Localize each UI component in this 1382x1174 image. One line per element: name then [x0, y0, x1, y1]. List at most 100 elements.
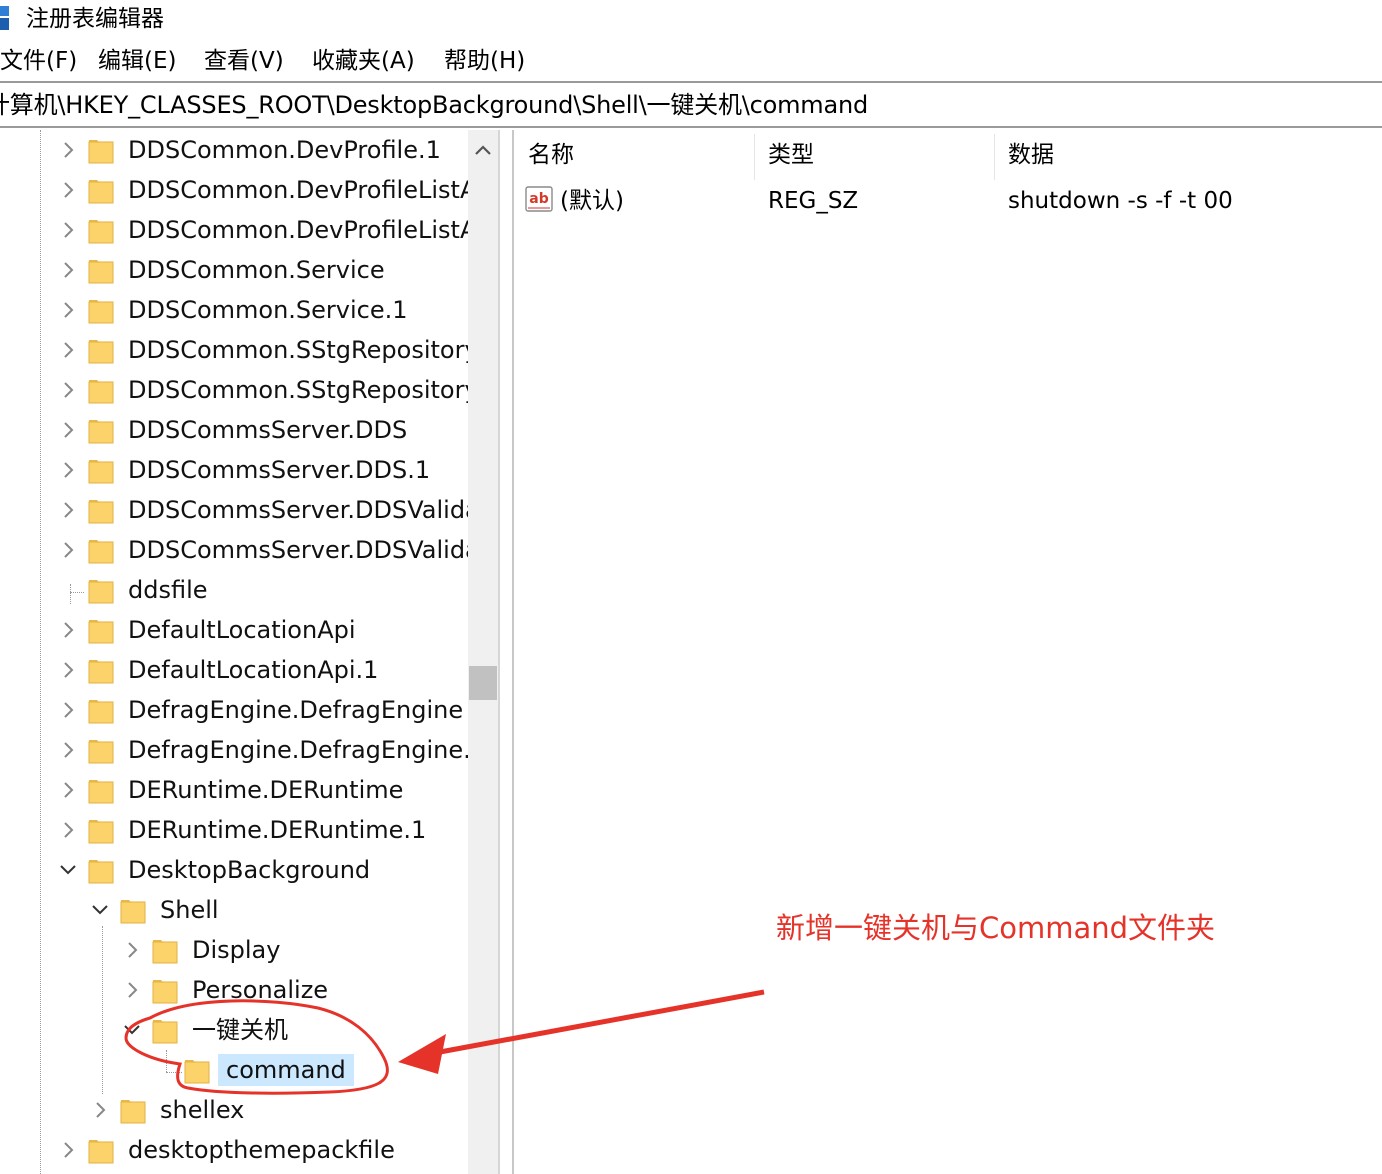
tree-node[interactable]: DDSCommsServer.DDS	[0, 410, 468, 450]
tree-node[interactable]: DDSCommon.SStgRepository	[0, 370, 468, 410]
address-bar[interactable]: 计算机\HKEY_CLASSES_ROOT\DesktopBackground\…	[0, 84, 1382, 126]
chevron-right-icon[interactable]	[58, 216, 78, 244]
tree-node[interactable]: DefaultLocationApi	[0, 610, 468, 650]
tree-node-label[interactable]: DDSCommon.DevProfileListA	[128, 214, 468, 246]
tree-node[interactable]: DefragEngine.DefragEngine.1	[0, 730, 468, 770]
tree-node-label[interactable]: DDSCommon.SStgRepository	[128, 374, 468, 406]
tree-node-label[interactable]: DesktopBackground	[128, 854, 370, 886]
tree-node[interactable]: ddsfile	[0, 570, 468, 610]
chevron-right-icon[interactable]	[58, 696, 78, 724]
tree-node-label[interactable]: command	[218, 1054, 354, 1086]
chevron-down-icon[interactable]	[90, 896, 110, 924]
chevron-right-icon[interactable]	[58, 1136, 78, 1164]
tree-node[interactable]: 一键关机	[0, 1010, 468, 1050]
column-header-name[interactable]: 名称	[528, 140, 574, 170]
tree-node-label[interactable]: DDSCommon.Service	[128, 254, 385, 286]
tree-node[interactable]: DDSCommsServer.DDSValida	[0, 530, 468, 570]
folder-icon	[88, 380, 114, 404]
tree-node[interactable]: DDSCommon.SStgRepository	[0, 330, 468, 370]
chevron-right-icon[interactable]	[122, 976, 142, 1004]
menu-file[interactable]: 文件(F)	[0, 46, 77, 76]
tree-node-label[interactable]: DERuntime.DERuntime	[128, 774, 403, 806]
tree-node-label[interactable]: shellex	[160, 1094, 244, 1126]
tree-node-label[interactable]: DDSCommon.DevProfile.1	[128, 134, 441, 166]
tree-node-label[interactable]: Personalize	[192, 974, 328, 1006]
tree-node-label[interactable]: DDSCommon.Service.1	[128, 294, 408, 326]
tree-node[interactable]: Shell	[0, 890, 468, 930]
tree-node[interactable]: DERuntime.DERuntime.1	[0, 810, 468, 850]
chevron-right-icon[interactable]	[58, 296, 78, 324]
folder-icon	[88, 1140, 114, 1164]
tree-node[interactable]: DesktopBackground	[0, 850, 468, 890]
scroll-thumb[interactable]	[469, 666, 497, 700]
tree-node[interactable]: DDSCommon.DevProfileListA	[0, 170, 468, 210]
tree-node-label[interactable]: 一键关机	[192, 1014, 288, 1046]
scroll-up-arrow-icon[interactable]	[468, 130, 498, 168]
chevron-right-icon[interactable]	[58, 256, 78, 284]
tree-node[interactable]: DERuntime.DERuntime	[0, 770, 468, 810]
chevron-right-icon[interactable]	[58, 336, 78, 364]
tree-node[interactable]: DDSCommsServer.DDS.1	[0, 450, 468, 490]
tree-node[interactable]: DDSCommon.Service.1	[0, 290, 468, 330]
column-divider[interactable]	[754, 134, 755, 180]
address-path[interactable]: 计算机\HKEY_CLASSES_ROOT\DesktopBackground\…	[0, 90, 868, 120]
chevron-down-icon[interactable]	[122, 1016, 142, 1044]
tree-node-label[interactable]: DDSCommsServer.DDS	[128, 414, 407, 446]
menu-edit[interactable]: 编辑(E)	[98, 46, 176, 76]
chevron-right-icon[interactable]	[58, 416, 78, 444]
tree-node[interactable]: shellex	[0, 1090, 468, 1130]
chevron-right-icon[interactable]	[58, 376, 78, 404]
menu-help[interactable]: 帮助(H)	[444, 46, 525, 76]
tree-node-label[interactable]: ddsfile	[128, 574, 208, 606]
tree-node-label[interactable]: DefragEngine.DefragEngine	[128, 694, 463, 726]
chevron-right-icon[interactable]	[58, 656, 78, 684]
tree-node-label[interactable]: Display	[192, 934, 280, 966]
value-list[interactable]: 名称 类型 数据 ab (默认) REG_SZ shutdown -s -f -…	[514, 130, 1382, 1174]
tree-node[interactable]: DDSCommsServer.DDSValida	[0, 490, 468, 530]
tree-node-label[interactable]: DERuntime.DERuntime.1	[128, 814, 426, 846]
tree-node[interactable]: desktopthemepackfile	[0, 1130, 468, 1170]
menu-view[interactable]: 查看(V)	[204, 46, 284, 76]
tree-node-label[interactable]: desktopthemepackfile	[128, 1134, 395, 1166]
tree-node[interactable]: command	[0, 1050, 468, 1090]
tree-node-label[interactable]: DDSCommsServer.DDS.1	[128, 454, 430, 486]
chevron-right-icon[interactable]	[90, 1096, 110, 1124]
folder-icon	[88, 820, 114, 844]
tree-node-label[interactable]: DDSCommsServer.DDSValida	[128, 534, 468, 566]
column-divider[interactable]	[994, 134, 995, 180]
chevron-right-icon[interactable]	[58, 176, 78, 204]
chevron-right-icon[interactable]	[58, 536, 78, 564]
folder-icon	[88, 860, 114, 884]
menu-favorites[interactable]: 收藏夹(A)	[312, 46, 415, 76]
tree-node-label[interactable]: DefaultLocationApi.1	[128, 654, 378, 686]
chevron-down-icon[interactable]	[58, 856, 78, 884]
tree-node-label[interactable]: DefragEngine.DefragEngine.1	[128, 734, 468, 766]
tree-vertical-scrollbar[interactable]	[468, 130, 498, 1174]
key-tree[interactable]: DDSCommon.DevProfile.1 DDSCommon.DevProfi…	[0, 130, 468, 1174]
pane-splitter[interactable]	[498, 130, 514, 1174]
column-header-type[interactable]: 类型	[768, 140, 814, 170]
tree-node-label[interactable]: DDSCommon.DevProfileListA	[128, 174, 468, 206]
tree-node[interactable]: Personalize	[0, 970, 468, 1010]
tree-node-label[interactable]: DDSCommsServer.DDSValida	[128, 494, 468, 526]
tree-node[interactable]: DefaultLocationApi.1	[0, 650, 468, 690]
chevron-right-icon[interactable]	[58, 736, 78, 764]
column-header-data[interactable]: 数据	[1008, 140, 1054, 170]
tree-node-label[interactable]: Shell	[160, 894, 219, 926]
tree-node-label[interactable]: DDSCommon.SStgRepository	[128, 334, 468, 366]
tree-node[interactable]: Display	[0, 930, 468, 970]
tree-node[interactable]: DDSCommon.DevProfileListA	[0, 210, 468, 250]
chevron-right-icon[interactable]	[58, 136, 78, 164]
tree-node-label[interactable]: DefaultLocationApi	[128, 614, 356, 646]
folder-icon	[88, 540, 114, 564]
tree-node[interactable]: DDSCommon.DevProfile.1	[0, 130, 468, 170]
tree-node[interactable]: DDSCommon.Service	[0, 250, 468, 290]
chevron-right-icon[interactable]	[58, 616, 78, 644]
chevron-right-icon[interactable]	[58, 776, 78, 804]
chevron-right-icon[interactable]	[58, 496, 78, 524]
folder-icon	[88, 460, 114, 484]
chevron-right-icon[interactable]	[58, 816, 78, 844]
chevron-right-icon[interactable]	[122, 936, 142, 964]
chevron-right-icon[interactable]	[58, 456, 78, 484]
tree-node[interactable]: DefragEngine.DefragEngine	[0, 690, 468, 730]
